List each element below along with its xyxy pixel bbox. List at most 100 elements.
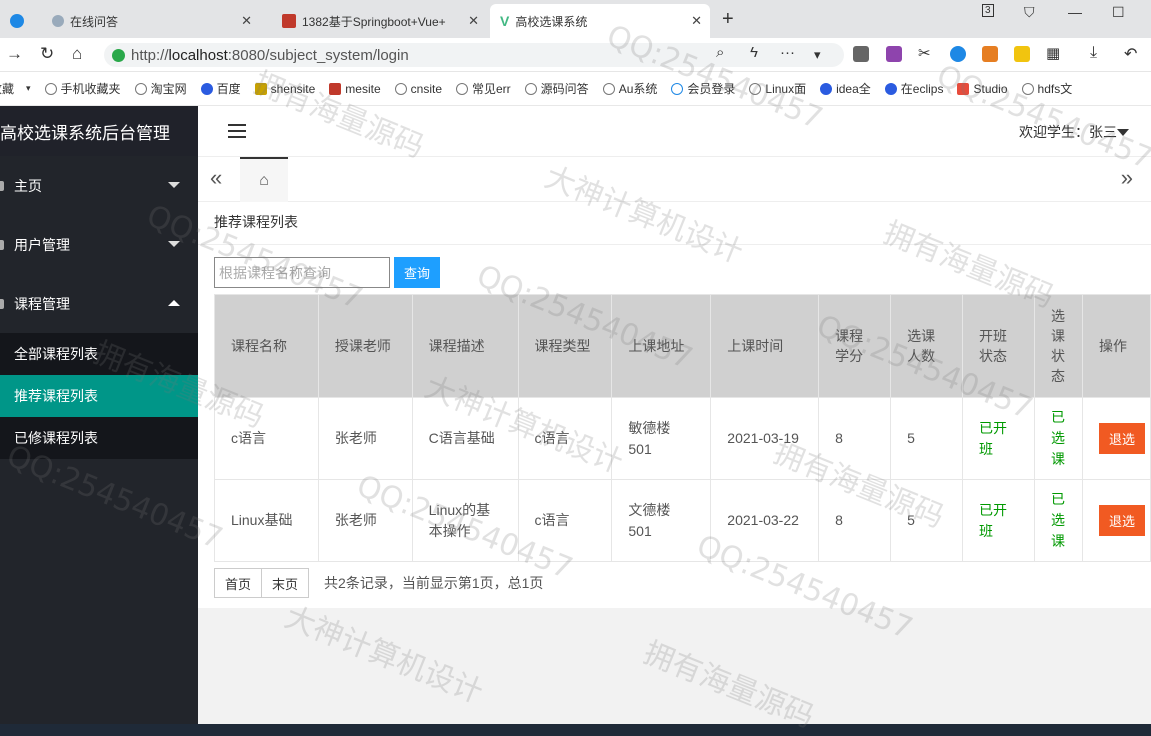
- cloud-icon: [671, 82, 684, 95]
- scroll-right-icon[interactable]: »: [1121, 165, 1133, 191]
- undo-icon[interactable]: ↶: [1124, 44, 1137, 64]
- tab-count-icon[interactable]: 3: [982, 4, 994, 17]
- bookmark-item[interactable]: Au系统: [602, 80, 657, 97]
- home-icon[interactable]: ⌂: [72, 44, 82, 64]
- reload-icon[interactable]: ↻: [40, 44, 54, 64]
- close-tab-icon[interactable]: ✕: [691, 13, 702, 29]
- cell-count: 5: [890, 397, 964, 480]
- bookmark-item[interactable]: idea全: [820, 80, 871, 97]
- url-rest: :8080/subject_system/login: [227, 46, 409, 64]
- bookmark-item[interactable]: hdfs文: [1021, 80, 1073, 97]
- bookmark-label: Linux面: [765, 82, 807, 96]
- cell-select-status: 已选课: [1033, 397, 1083, 480]
- tab-title: 高校选课系统: [515, 14, 588, 29]
- bookmark-item[interactable]: 淘宝网: [134, 80, 187, 97]
- sidebar-item-home[interactable]: 主页: [0, 156, 198, 215]
- phone-icon: [44, 82, 57, 95]
- search-extension-icon[interactable]: [950, 46, 966, 62]
- sidebar-item-label: 用户管理: [14, 236, 70, 253]
- sidebar-title: 高校选课系统后台管理: [0, 106, 198, 156]
- grid-icon[interactable]: ▦: [1046, 44, 1060, 62]
- shirt-icon[interactable]: ⛉: [1024, 4, 1035, 21]
- secure-icon: [112, 48, 125, 62]
- tab-title: 1382基于Springboot+Vue+: [302, 14, 446, 29]
- game-icon[interactable]: [982, 46, 998, 62]
- bookmark-item[interactable]: mesite: [329, 82, 381, 96]
- pagination: 首页 末页 共2条记录，当前显示第1页，总1页: [214, 568, 543, 598]
- menu-toggle-icon[interactable]: [228, 124, 246, 138]
- globe-icon: [1021, 82, 1034, 95]
- sidebar-item-users[interactable]: 用户管理: [0, 215, 198, 274]
- bookmark-item[interactable]: 收藏 ▾: [0, 80, 31, 97]
- close-tab-icon[interactable]: ✕: [468, 13, 479, 29]
- cell-credit: 8: [818, 397, 892, 480]
- bookmark-item[interactable]: 手机收藏夹: [44, 80, 121, 97]
- user-icon: [0, 239, 4, 250]
- bookmark-item[interactable]: Studio: [957, 82, 1008, 96]
- os-taskbar: [0, 724, 1151, 736]
- bookmark-item[interactable]: 百度: [200, 80, 241, 97]
- search-button[interactable]: 查询: [394, 257, 440, 288]
- home-tab-icon[interactable]: ⌂: [240, 157, 288, 202]
- tab-title: 在线问答: [70, 14, 119, 29]
- cell-open-status: 已开班: [962, 479, 1035, 562]
- drop-course-button[interactable]: 退选: [1098, 505, 1145, 536]
- column-header: 操作: [1081, 294, 1151, 398]
- bookmark-item[interactable]: cnsite: [394, 81, 442, 96]
- sidebar-item-completed-courses[interactable]: 已修课程列表: [0, 417, 198, 459]
- bookmark-label: 百度: [216, 82, 241, 96]
- bookmark-item[interactable]: 源码问答: [524, 80, 589, 97]
- site-icon: [957, 82, 970, 95]
- chevron-down-icon[interactable]: [1117, 129, 1129, 136]
- new-tab-icon[interactable]: +: [722, 8, 734, 31]
- column-header: 选课状态: [1033, 294, 1083, 398]
- bookmark-label: hdfs文: [1037, 82, 1073, 96]
- sidebar-item-all-courses[interactable]: 全部课程列表: [0, 333, 198, 375]
- paw-icon: [200, 82, 213, 95]
- scissors-icon[interactable]: ✂: [918, 44, 931, 62]
- lightning-icon[interactable]: ϟ: [750, 44, 758, 61]
- more-icon[interactable]: ···: [780, 44, 795, 61]
- search-input[interactable]: [214, 257, 390, 288]
- cell-course-name: c语言: [214, 397, 319, 480]
- sidebar-item-courses[interactable]: 课程管理: [0, 274, 198, 333]
- drop-course-button[interactable]: 退选: [1098, 423, 1145, 454]
- bookmark-item[interactable]: Linux面: [749, 80, 806, 97]
- user-welcome[interactable]: 欢迎学生：张三: [1019, 122, 1117, 142]
- translate-icon[interactable]: [886, 46, 902, 62]
- table-row: Linux基础 张老师 Linux的基本操作 c语言 文德楼501 2021-0…: [214, 479, 1151, 562]
- bookmark-item[interactable]: 在eclips: [884, 80, 944, 97]
- shield-icon[interactable]: [1014, 46, 1030, 62]
- bookmark-item[interactable]: 常见err: [456, 80, 511, 97]
- browser-tab-active[interactable]: V 高校选课系统 ✕: [490, 4, 710, 38]
- bookmark-label: 会员登录: [687, 82, 736, 96]
- chevron-down-icon[interactable]: ▾: [814, 47, 821, 63]
- maximize-icon[interactable]: ☐: [1112, 4, 1125, 21]
- bookmark-label: 源码问答: [540, 82, 589, 96]
- address-bar-row: → ↻ ⌂ http://localhost:8080/subject_syst…: [0, 38, 1151, 72]
- browser-tab[interactable]: 在线问答 ✕: [0, 4, 260, 38]
- breadcrumb: 推荐课程列表: [214, 214, 298, 230]
- bookmark-item[interactable]: shensite: [254, 82, 315, 96]
- cell-action: 退选: [1081, 479, 1151, 562]
- minimize-icon[interactable]: —: [1068, 4, 1082, 20]
- close-tab-icon[interactable]: ✕: [241, 13, 252, 29]
- vue-icon: V: [500, 13, 510, 29]
- cell-course-name: Linux基础: [214, 479, 319, 562]
- bookmark-label: 在eclips: [900, 82, 944, 96]
- bookmarks-bar: 收藏▾ 手机收藏夹 淘宝网 百度 shensite mesite cnsite …: [0, 72, 1151, 106]
- extension-icon[interactable]: [853, 46, 869, 62]
- download-icon[interactable]: ⤓: [1090, 44, 1097, 62]
- scroll-left-icon[interactable]: «: [210, 165, 222, 191]
- bookmark-label: cnsite: [410, 81, 442, 96]
- app-icon: [10, 14, 24, 28]
- pagination-info: 共2条记录，当前显示第1页，总1页: [324, 575, 544, 591]
- sidebar-item-recommended-courses[interactable]: 推荐课程列表: [0, 375, 198, 417]
- first-page-button[interactable]: 首页: [214, 568, 263, 598]
- url-field[interactable]: http://localhost:8080/subject_system/log…: [104, 43, 844, 67]
- browser-tab[interactable]: 1382基于Springboot+Vue+ ✕: [272, 4, 487, 38]
- last-page-button[interactable]: 末页: [261, 568, 310, 598]
- zoom-icon[interactable]: ⌕: [716, 44, 724, 61]
- forward-icon[interactable]: →: [6, 44, 23, 64]
- bookmark-item[interactable]: 会员登录: [671, 80, 735, 97]
